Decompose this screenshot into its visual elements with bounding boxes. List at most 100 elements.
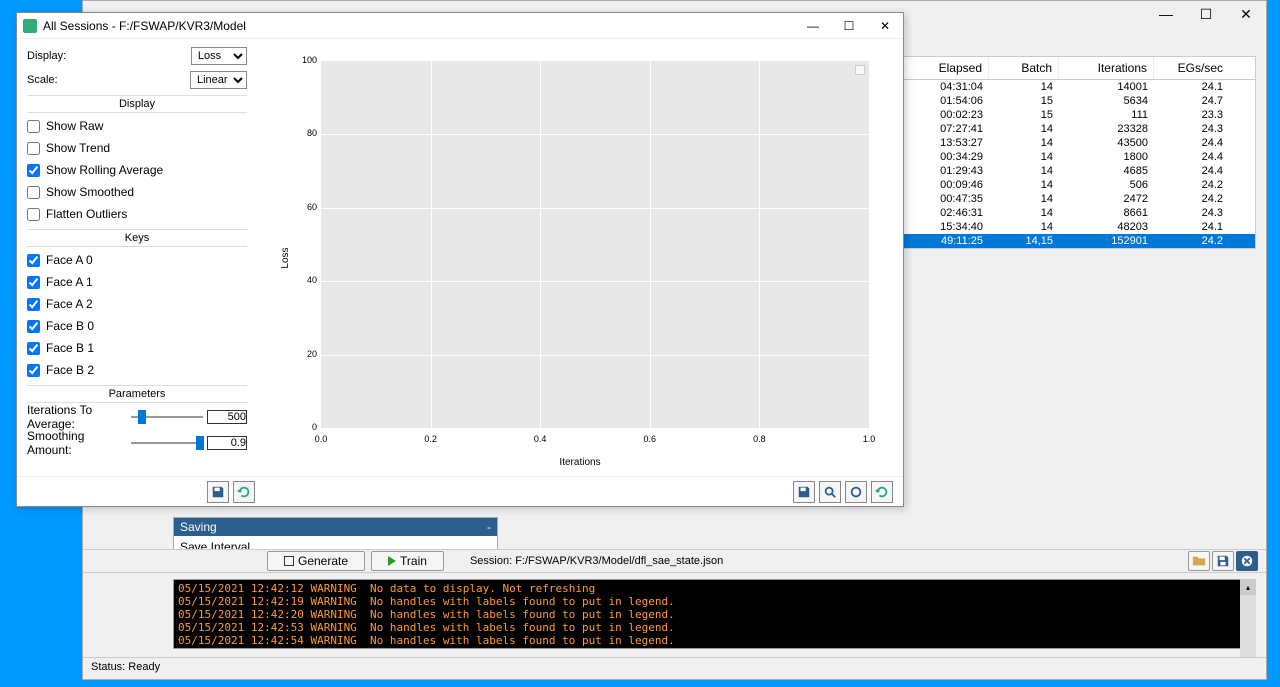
sessions-table: Elapsed Batch Iterations EGs/sec 04:31:0… <box>903 56 1256 249</box>
table-cell: 24.1 <box>1154 220 1229 234</box>
table-cell: 15:34:40 <box>904 220 989 234</box>
circle-button[interactable] <box>845 481 867 503</box>
key-option-checkbox[interactable] <box>27 298 40 311</box>
table-row[interactable]: 04:31:04141400124.1 <box>904 80 1255 94</box>
collapse-icon[interactable]: - <box>487 520 491 534</box>
refresh-left-button[interactable] <box>233 481 255 503</box>
maximize-button[interactable]: ☐ <box>1186 1 1226 27</box>
table-cell: 1800 <box>1059 150 1154 164</box>
x-tick: 0.8 <box>753 434 766 444</box>
save-chart-button[interactable] <box>207 481 229 503</box>
table-cell: 14 <box>989 150 1059 164</box>
table-cell: 01:54:06 <box>904 94 989 108</box>
table-row[interactable]: 00:09:461450624.2 <box>904 178 1255 192</box>
gridline <box>540 61 541 428</box>
table-row[interactable]: 15:34:40144820324.1 <box>904 220 1255 234</box>
key-option-label: Face B 2 <box>46 363 94 377</box>
display-option-label: Show Smoothed <box>46 185 134 199</box>
table-cell: 24.4 <box>1154 136 1229 150</box>
gridline <box>431 61 432 428</box>
smoothing-value-input[interactable] <box>207 436 247 450</box>
y-tick: 100 <box>302 55 317 65</box>
table-cell: 24.4 <box>1154 150 1229 164</box>
display-option-checkbox[interactable] <box>27 142 40 155</box>
table-row[interactable]: 49:11:2514,1515290124.2 <box>904 234 1255 248</box>
key-option-checkbox[interactable] <box>27 254 40 267</box>
train-button[interactable]: Train <box>371 551 444 571</box>
table-row[interactable]: 13:53:27144350024.4 <box>904 136 1255 150</box>
table-row[interactable]: 01:54:0615563424.7 <box>904 94 1255 108</box>
dialog-minimize-button[interactable]: — <box>795 13 831 39</box>
display-option-row: Show Smoothed <box>27 181 247 203</box>
gridline <box>759 61 760 428</box>
table-cell: 24.2 <box>1154 178 1229 192</box>
scale-select[interactable]: Linear <box>190 71 247 89</box>
section-parameters: Parameters <box>27 385 247 403</box>
table-cell: 4685 <box>1059 164 1154 178</box>
folder-button[interactable] <box>1188 551 1210 571</box>
close-button[interactable]: ✕ <box>1226 1 1266 27</box>
stop-button[interactable] <box>1236 551 1258 571</box>
status-bar: Status: Ready <box>83 657 1266 679</box>
col-batch[interactable]: Batch <box>989 57 1059 79</box>
table-cell: 23.3 <box>1154 108 1229 122</box>
table-cell: 14 <box>989 220 1059 234</box>
generate-button[interactable]: Generate <box>267 551 365 571</box>
chart-legend <box>855 65 865 75</box>
log-scrollbar[interactable]: ▴ <box>1240 579 1256 659</box>
col-elapsed[interactable]: Elapsed <box>904 57 989 79</box>
table-cell: 00:34:29 <box>904 150 989 164</box>
save-interval-label: Save Interval <box>180 540 250 548</box>
display-option-checkbox[interactable] <box>27 164 40 177</box>
key-option-checkbox[interactable] <box>27 342 40 355</box>
table-cell: 07:27:41 <box>904 122 989 136</box>
folder-icon <box>1192 554 1206 568</box>
save-right-button[interactable] <box>793 481 815 503</box>
dialog-titlebar[interactable]: All Sessions - F:/FSWAP/KVR3/Model — ☐ ✕ <box>17 13 903 39</box>
display-option-checkbox[interactable] <box>27 186 40 199</box>
y-tick: 40 <box>307 275 317 285</box>
table-row[interactable]: 00:47:3514247224.2 <box>904 192 1255 206</box>
play-icon <box>388 556 396 566</box>
table-cell: 8661 <box>1059 206 1154 220</box>
table-cell: 15 <box>989 94 1059 108</box>
session-path: Session: F:/FSWAP/KVR3/Model/dfl_sae_sta… <box>470 555 723 567</box>
zoom-button[interactable] <box>819 481 841 503</box>
table-header-row: Elapsed Batch Iterations EGs/sec <box>903 56 1256 80</box>
dialog-maximize-button[interactable]: ☐ <box>831 13 867 39</box>
y-tick: 60 <box>307 202 317 212</box>
display-option-row: Show Trend <box>27 137 247 159</box>
gridline <box>321 355 869 356</box>
display-option-checkbox[interactable] <box>27 208 40 221</box>
key-option-checkbox[interactable] <box>27 364 40 377</box>
key-option-checkbox[interactable] <box>27 320 40 333</box>
x-tick: 0.4 <box>534 434 547 444</box>
dialog-body: Display: Loss Scale: Linear Display Show… <box>17 39 903 476</box>
scroll-up-icon[interactable]: ▴ <box>1240 579 1256 595</box>
table-row[interactable]: 00:34:2914180024.4 <box>904 150 1255 164</box>
generate-label: Generate <box>298 554 348 568</box>
log-console[interactable]: 05/15/2021 12:42:12 WARNING No data to d… <box>173 579 1256 649</box>
minimize-button[interactable]: — <box>1146 1 1186 27</box>
col-egs-sec[interactable]: EGs/sec <box>1154 57 1229 79</box>
key-option-checkbox[interactable] <box>27 276 40 289</box>
table-cell: 13:53:27 <box>904 136 989 150</box>
table-row[interactable]: 00:02:231511123.3 <box>904 108 1255 122</box>
iterations-slider[interactable] <box>131 416 203 418</box>
smoothing-slider[interactable] <box>131 442 203 444</box>
table-row[interactable]: 07:27:41142332824.3 <box>904 122 1255 136</box>
chart-wrapper[interactable]: Loss Iterations 0204060801000.00.20.40.6… <box>261 43 899 472</box>
display-select[interactable]: Loss <box>191 47 247 65</box>
scale-label: Scale: <box>27 74 190 86</box>
display-option-checkbox[interactable] <box>27 120 40 133</box>
table-row[interactable]: 02:46:3114866124.3 <box>904 206 1255 220</box>
table-row[interactable]: 01:29:4314468524.4 <box>904 164 1255 178</box>
refresh-right-button[interactable] <box>871 481 893 503</box>
saving-panel-header[interactable]: Saving - <box>174 518 497 536</box>
save-button[interactable] <box>1212 551 1234 571</box>
y-axis-label: Loss <box>280 247 291 268</box>
iterations-value-input[interactable] <box>207 410 247 424</box>
dialog-close-button[interactable]: ✕ <box>867 13 903 39</box>
col-iterations[interactable]: Iterations <box>1059 57 1154 79</box>
table-cell: 24.3 <box>1154 122 1229 136</box>
